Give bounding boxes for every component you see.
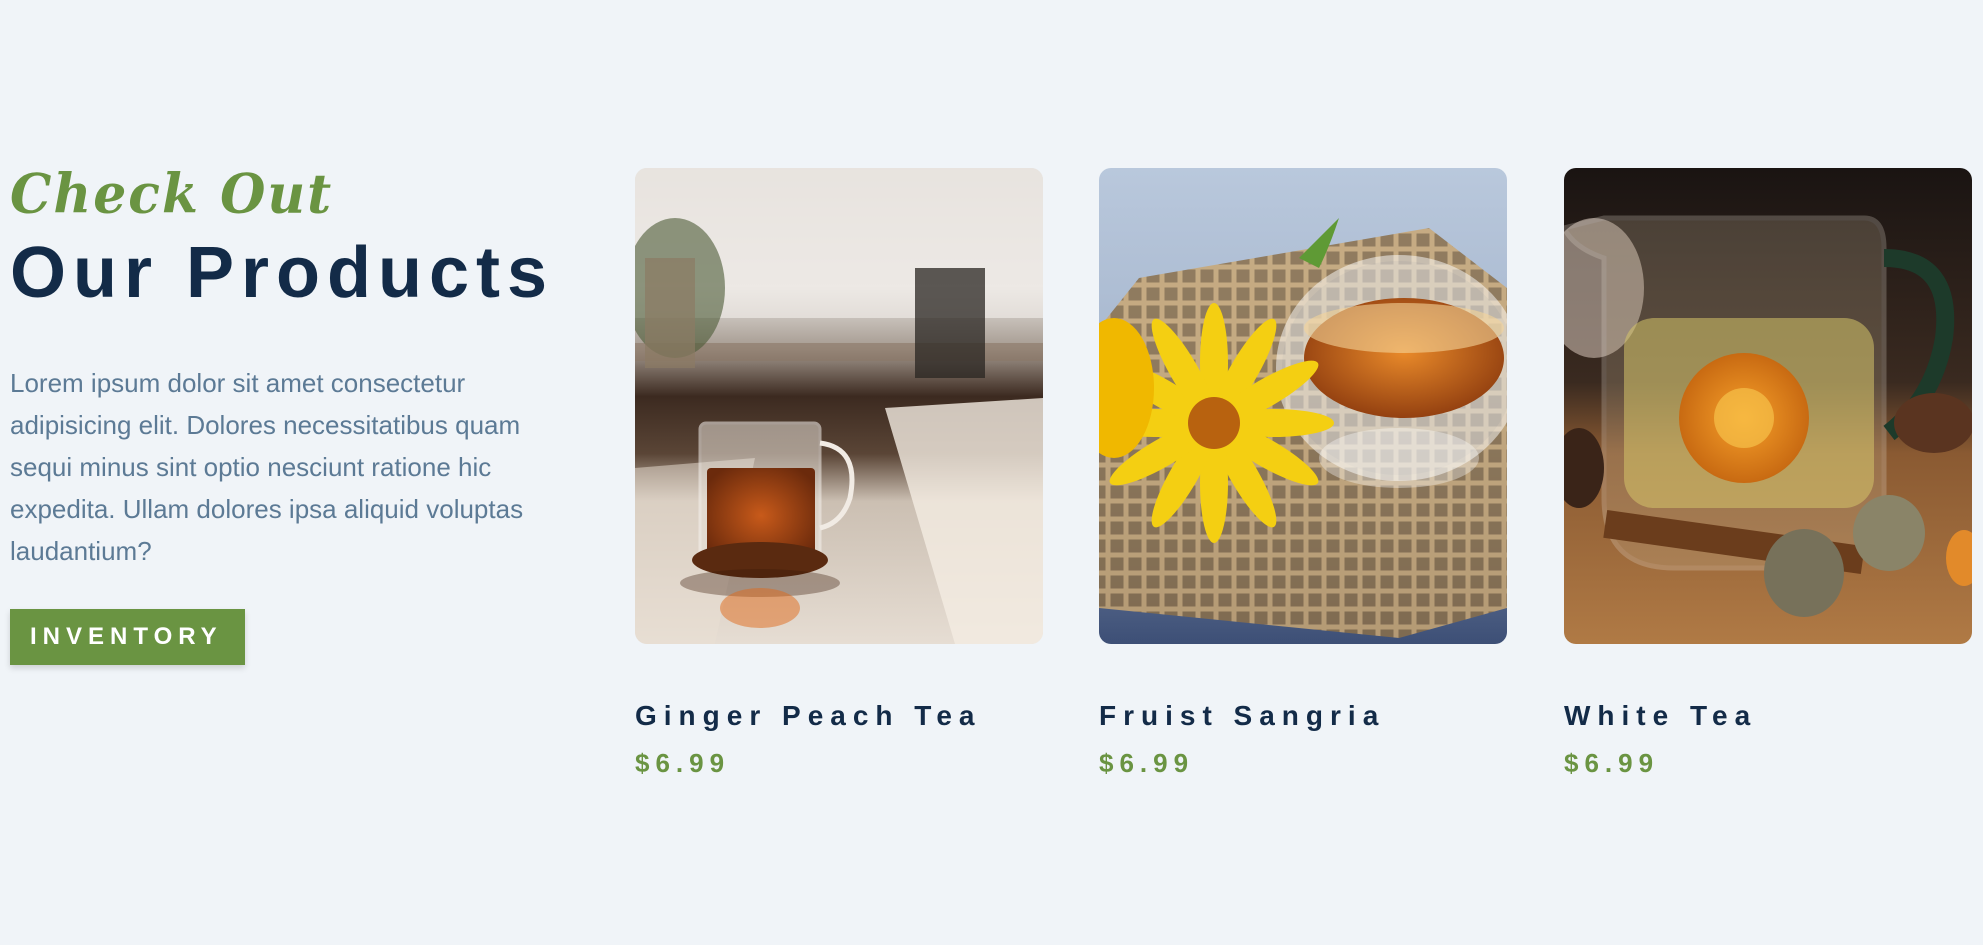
product-image-fruist-sangria[interactable] <box>1099 168 1507 644</box>
product-price: $6.99 <box>635 748 731 778</box>
product-card[interactable]: Ginger Peach Tea $6.99 <box>635 168 1043 780</box>
product-image-ginger-peach[interactable] <box>635 168 1043 644</box>
product-name[interactable]: Fruist Sangria <box>1099 698 1507 734</box>
products-section: Check Out Our Products Lorem ipsum dolor… <box>0 0 1983 945</box>
tea-bowl-with-flowers-photo <box>1099 168 1507 644</box>
section-kicker: Check Out <box>10 162 334 227</box>
intro-column: Check Out Our Products Lorem ipsum dolor… <box>10 158 570 665</box>
section-title: Our Products <box>10 233 555 313</box>
product-card[interactable]: Fruist Sangria $6.99 <box>1099 168 1507 780</box>
product-name[interactable]: Ginger Peach Tea <box>635 698 1043 734</box>
glass-tea-cup-photo <box>635 168 1043 644</box>
product-name[interactable]: White Tea <box>1564 698 1972 734</box>
section-description: Lorem ipsum dolor sit amet consectetur a… <box>10 368 524 566</box>
inventory-button[interactable]: INVENTORY <box>10 609 245 665</box>
product-image-white-tea[interactable] <box>1564 168 1972 644</box>
product-price: $6.99 <box>1564 748 1660 778</box>
product-card[interactable]: White Tea $6.99 <box>1564 168 1972 780</box>
product-price: $6.99 <box>1099 748 1195 778</box>
blooming-tea-pot-photo <box>1564 168 1972 644</box>
